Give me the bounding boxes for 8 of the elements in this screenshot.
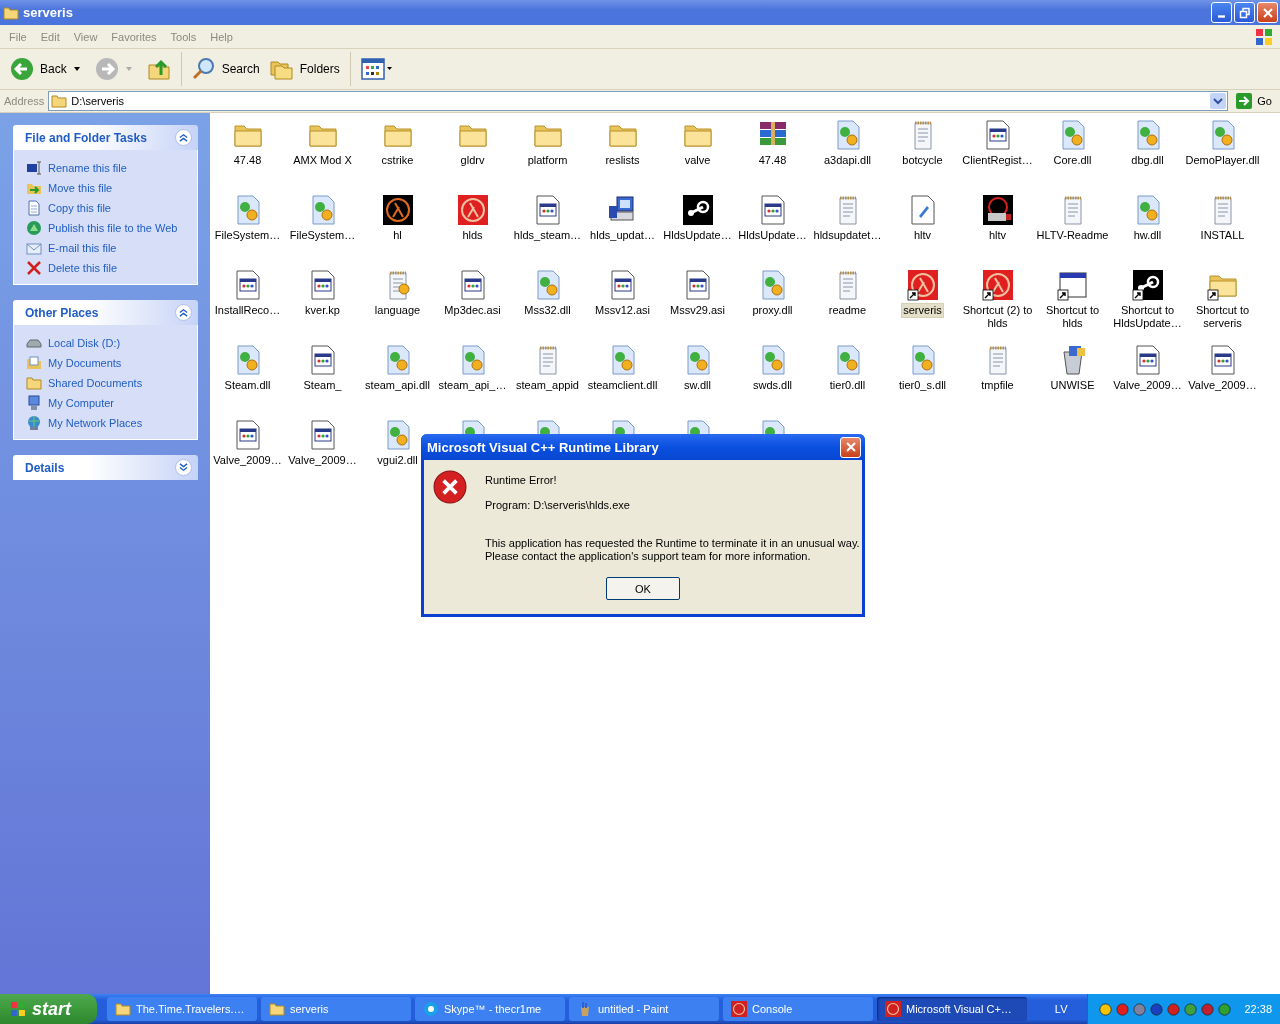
clock: 22:38 xyxy=(1244,1003,1272,1015)
error-heading: Runtime Error! xyxy=(485,474,558,487)
error-message: Please contact the application's support team for more information. xyxy=(485,550,812,563)
address-label: Address xyxy=(4,95,45,107)
dialog-title: Microsoft Visual C++ Runtime Library xyxy=(427,439,659,455)
error-message: This application has requested the Runtime to terminate it in an unusual way. xyxy=(485,537,860,550)
program-path: Program: D:\serveris\hlds.exe xyxy=(485,499,631,512)
window-title: serveris xyxy=(23,5,74,20)
